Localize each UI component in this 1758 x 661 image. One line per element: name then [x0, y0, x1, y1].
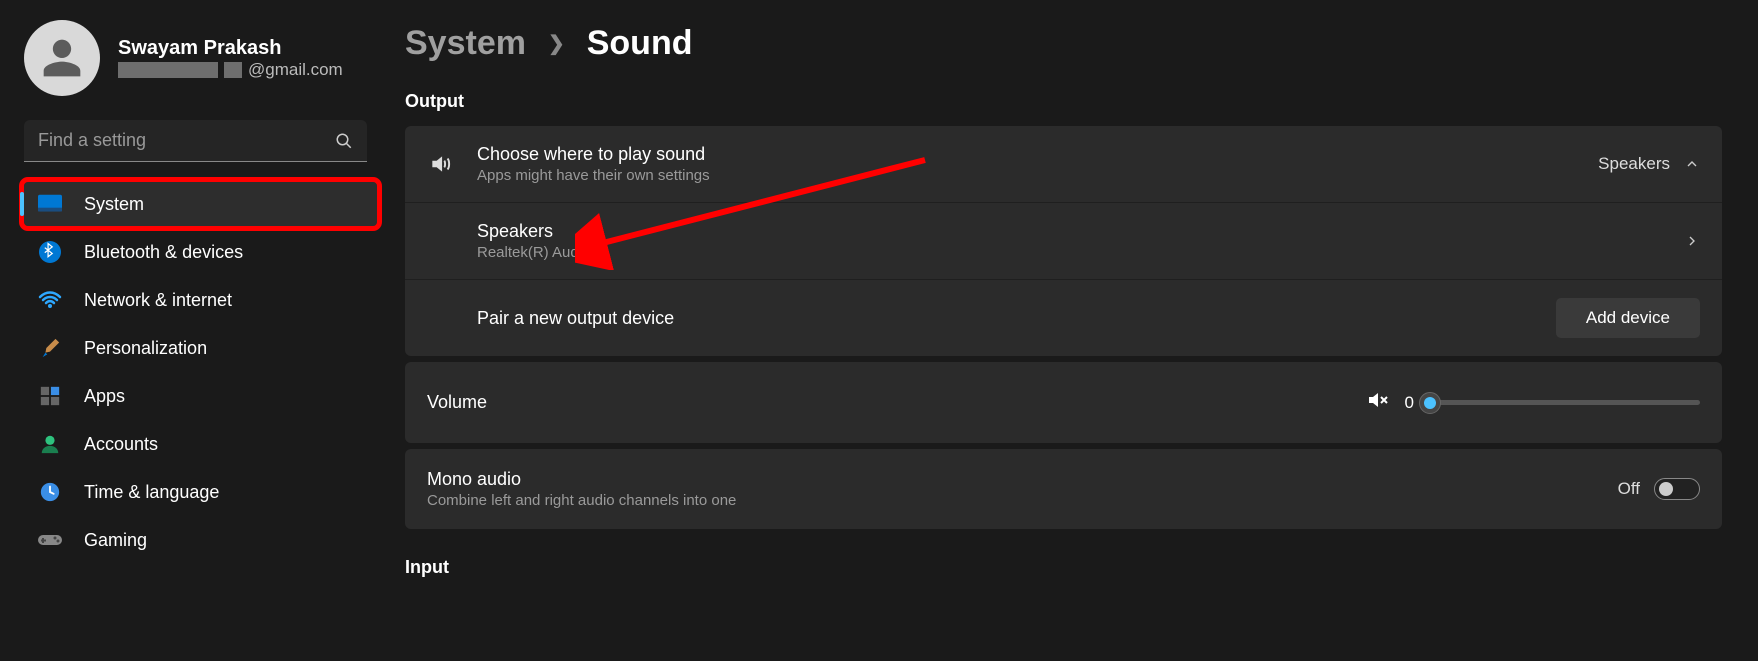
- sidebar-item-time-language[interactable]: Time & language: [24, 470, 377, 514]
- sidebar-item-system[interactable]: System: [24, 182, 377, 226]
- row-title: Choose where to play sound: [477, 144, 1576, 165]
- sidebar-item-network[interactable]: Network & internet: [24, 278, 377, 322]
- row-body: Mono audio Combine left and right audio …: [427, 469, 1596, 509]
- profile-text: Swayam Prakash @gmail.com: [118, 37, 343, 80]
- clock-globe-icon: [38, 480, 62, 504]
- sidebar-item-apps[interactable]: Apps: [24, 374, 377, 418]
- output-card: Choose where to play sound Apps might ha…: [405, 126, 1722, 356]
- pair-output-row: Pair a new output device Add device: [405, 279, 1722, 356]
- sidebar-item-label: System: [84, 194, 144, 215]
- row-body: Pair a new output device: [477, 308, 1534, 329]
- row-sub: Combine left and right audio channels in…: [427, 492, 1596, 509]
- choose-output-row[interactable]: Choose where to play sound Apps might ha…: [405, 126, 1722, 202]
- sidebar-item-label: Accounts: [84, 434, 158, 455]
- row-body: Speakers Realtek(R) Audio: [477, 221, 1662, 261]
- search-icon: [335, 132, 353, 150]
- main-content: System ❯ Sound Output Choose where to pl…: [405, 0, 1758, 661]
- section-title-output: Output: [405, 91, 1722, 112]
- paintbrush-icon: [38, 336, 62, 360]
- sidebar-item-label: Bluetooth & devices: [84, 242, 243, 263]
- search-input[interactable]: [24, 120, 367, 162]
- sidebar-item-label: Gaming: [84, 530, 147, 551]
- wifi-icon: [38, 288, 62, 312]
- profile-name: Swayam Prakash: [118, 37, 343, 60]
- row-end: [1684, 233, 1700, 249]
- chevron-up-icon: [1684, 156, 1700, 172]
- apps-icon: [38, 384, 62, 408]
- sidebar: Swayam Prakash @gmail.com System Bluetoo…: [0, 0, 405, 661]
- breadcrumb: System ❯ Sound: [405, 24, 1722, 63]
- volume-card: Volume 0: [405, 362, 1722, 443]
- breadcrumb-parent[interactable]: System: [405, 24, 526, 63]
- chevron-right-icon: ❯: [548, 31, 565, 56]
- row-title: Speakers: [477, 221, 1662, 242]
- sidebar-item-label: Network & internet: [84, 290, 232, 311]
- sidebar-item-label: Personalization: [84, 338, 207, 359]
- row-end: Add device: [1556, 298, 1700, 338]
- speaker-icon: [427, 151, 455, 177]
- profile-email: @gmail.com: [118, 60, 343, 80]
- sidebar-item-personalization[interactable]: Personalization: [24, 326, 377, 370]
- nav-list: System Bluetooth & devices Network & int…: [24, 182, 405, 562]
- avatar: [24, 20, 100, 96]
- volume-row: Volume 0: [405, 362, 1722, 443]
- row-end: Off: [1618, 478, 1700, 500]
- sidebar-item-label: Time & language: [84, 482, 219, 503]
- row-sub: Apps might have their own settings: [477, 167, 1576, 184]
- display-icon: [38, 192, 62, 216]
- toggle-state: Off: [1618, 479, 1640, 499]
- row-title: Pair a new output device: [477, 308, 1534, 329]
- volume-controls: 0: [1365, 388, 1700, 417]
- sidebar-item-accounts[interactable]: Accounts: [24, 422, 377, 466]
- accounts-icon: [38, 432, 62, 456]
- add-device-button[interactable]: Add device: [1556, 298, 1700, 338]
- row-body: Choose where to play sound Apps might ha…: [477, 144, 1576, 184]
- bluetooth-icon: [38, 240, 62, 264]
- output-value: Speakers: [1598, 154, 1670, 174]
- output-device-row[interactable]: Speakers Realtek(R) Audio: [405, 202, 1722, 279]
- volume-label: Volume: [427, 392, 487, 413]
- redacted-mask: [224, 62, 242, 78]
- mono-audio-row[interactable]: Mono audio Combine left and right audio …: [405, 449, 1722, 529]
- slider-thumb[interactable]: [1419, 392, 1441, 414]
- search-wrap: [24, 120, 367, 162]
- gamepad-icon: [38, 528, 62, 552]
- volume-value: 0: [1405, 393, 1414, 413]
- sidebar-item-bluetooth[interactable]: Bluetooth & devices: [24, 230, 377, 274]
- mono-toggle[interactable]: [1654, 478, 1700, 500]
- sidebar-item-label: Apps: [84, 386, 125, 407]
- row-end: Speakers: [1598, 154, 1700, 174]
- person-icon: [40, 36, 84, 80]
- row-sub: Realtek(R) Audio: [477, 244, 1662, 261]
- profile-block[interactable]: Swayam Prakash @gmail.com: [24, 20, 405, 96]
- volume-slider[interactable]: [1430, 400, 1700, 405]
- chevron-right-icon: [1684, 233, 1700, 249]
- row-title: Mono audio: [427, 469, 1596, 490]
- mono-audio-card: Mono audio Combine left and right audio …: [405, 449, 1722, 529]
- redacted-mask: [118, 62, 218, 78]
- section-title-input: Input: [405, 557, 1722, 578]
- mute-icon[interactable]: [1365, 388, 1389, 417]
- email-suffix: @gmail.com: [248, 60, 343, 80]
- sidebar-item-gaming[interactable]: Gaming: [24, 518, 377, 562]
- breadcrumb-current: Sound: [587, 24, 693, 63]
